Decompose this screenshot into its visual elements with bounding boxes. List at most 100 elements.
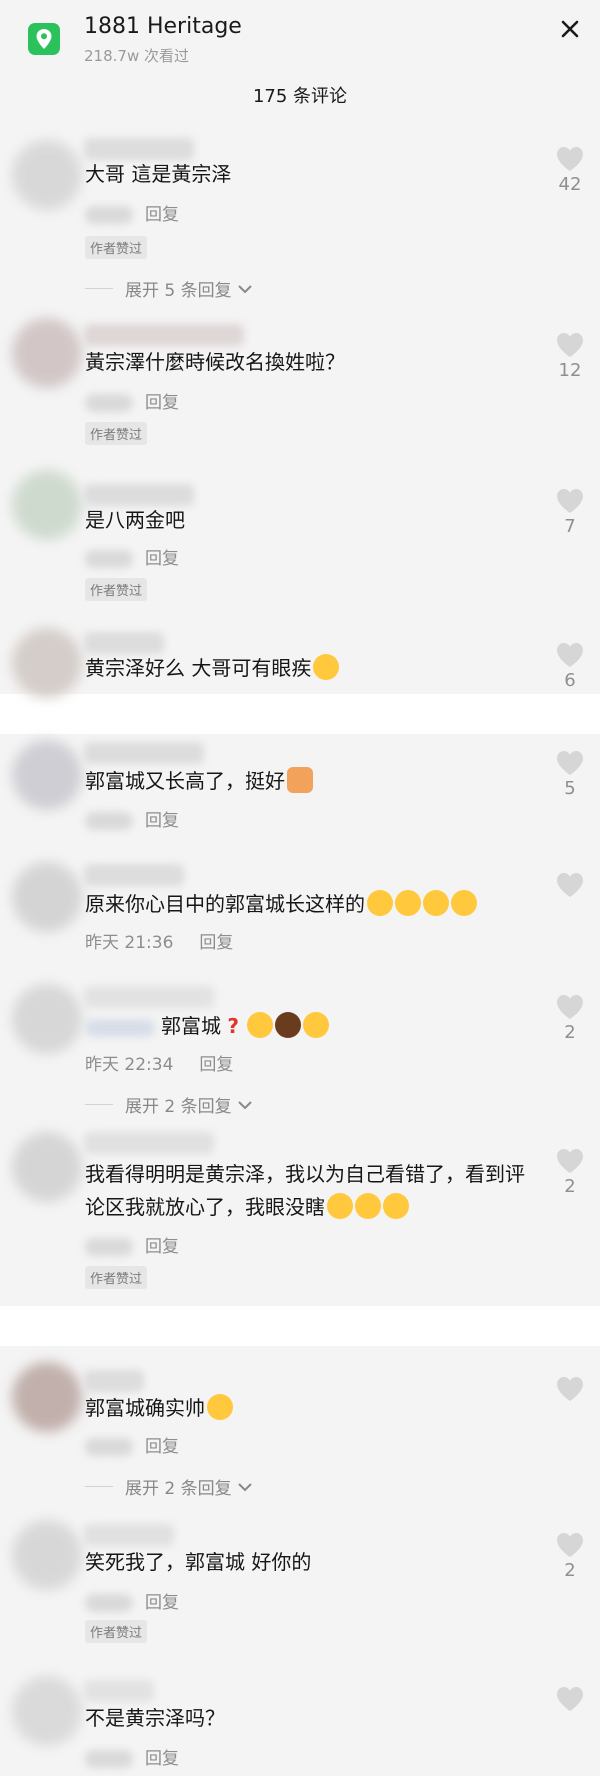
comment-meta: 回复 bbox=[85, 1744, 179, 1769]
like-button[interactable]: 2 bbox=[548, 1148, 592, 1197]
like-count: 2 bbox=[564, 1022, 576, 1043]
comment-meta: 回复 bbox=[85, 388, 179, 413]
username[interactable] bbox=[84, 864, 184, 886]
location-pin-icon bbox=[28, 23, 60, 55]
comment-text: 笑死我了，郭富城 好你的 bbox=[85, 1550, 312, 1574]
comment-meta: 回复 bbox=[85, 200, 179, 225]
avatar[interactable] bbox=[12, 740, 82, 810]
reply-button[interactable]: 回复 bbox=[145, 393, 179, 413]
reply-button[interactable]: 回复 bbox=[145, 1437, 179, 1457]
comment-text: 大哥 這是黃宗泽 bbox=[85, 162, 232, 186]
comment-text: 不是黄宗泽吗？ bbox=[85, 1706, 225, 1730]
comment-time: 昨天 21:36 bbox=[85, 933, 174, 953]
like-button[interactable]: 2 bbox=[548, 1532, 592, 1581]
expand-replies-button[interactable]: 展开 2 条回复 bbox=[85, 1092, 254, 1117]
like-count: 2 bbox=[564, 1560, 576, 1581]
heart-icon bbox=[557, 147, 583, 171]
like-count: 5 bbox=[564, 778, 576, 799]
heart-icon bbox=[557, 1687, 583, 1711]
username[interactable] bbox=[84, 1524, 174, 1546]
avatar[interactable] bbox=[12, 140, 82, 210]
avatar[interactable] bbox=[12, 470, 82, 540]
reply-button[interactable]: 回复 bbox=[145, 811, 179, 831]
avatar[interactable] bbox=[12, 1362, 82, 1432]
panel-separator bbox=[0, 694, 600, 734]
comment-meta: 回复 bbox=[85, 1432, 179, 1457]
reply-button[interactable]: 回复 bbox=[145, 1749, 179, 1769]
like-button[interactable]: 12 bbox=[548, 332, 592, 381]
reply-button[interactable]: 回复 bbox=[145, 549, 179, 569]
avatar[interactable] bbox=[12, 628, 82, 698]
grin-emoji bbox=[395, 890, 421, 916]
question-mark-emoji: ? bbox=[227, 1014, 239, 1038]
comment-text: 郭富城又长高了，挺好 bbox=[85, 765, 313, 798]
reply-button[interactable]: 回复 bbox=[145, 205, 179, 225]
author-liked-badge: 作者赞过 bbox=[85, 422, 148, 445]
author-liked-badge: 作者赞过 bbox=[85, 1266, 148, 1289]
like-button[interactable] bbox=[548, 1376, 592, 1402]
username[interactable] bbox=[84, 1132, 214, 1154]
rofl-emoji bbox=[327, 1193, 353, 1219]
grin-emoji bbox=[451, 890, 477, 916]
heart-icon bbox=[557, 873, 583, 897]
page-title: 1881 Heritage bbox=[84, 14, 242, 39]
comment-text: 是八两金吧 bbox=[85, 508, 185, 532]
comment-meta: 回复 bbox=[85, 1232, 179, 1257]
avatar[interactable] bbox=[12, 984, 82, 1054]
face-emoji bbox=[275, 1012, 302, 1038]
comment-text: 原来你心目中的郭富城长这样的 bbox=[85, 888, 477, 921]
username[interactable] bbox=[84, 986, 214, 1008]
expand-replies-button[interactable]: 展开 2 条回复 bbox=[85, 1474, 254, 1499]
like-button[interactable] bbox=[548, 872, 592, 898]
heart-icon bbox=[557, 751, 583, 775]
like-button[interactable]: 2 bbox=[548, 994, 592, 1043]
heart-icon bbox=[557, 995, 583, 1019]
reply-button[interactable]: 回复 bbox=[145, 1593, 179, 1613]
like-count: 2 bbox=[564, 1176, 576, 1197]
comment-text: 郭富城确实帅 bbox=[85, 1392, 233, 1425]
rofl-emoji bbox=[383, 1193, 409, 1219]
avatar[interactable] bbox=[12, 1132, 82, 1202]
like-count: 42 bbox=[558, 174, 582, 195]
avatar[interactable] bbox=[12, 318, 82, 388]
heart-eyes-emoji bbox=[207, 1394, 233, 1420]
comment-text: 黃宗澤什麼時候改名換姓啦？ bbox=[85, 350, 345, 374]
avatar[interactable] bbox=[12, 1676, 82, 1746]
chevron-down-icon bbox=[237, 284, 252, 293]
cry-laugh-emoji bbox=[303, 1012, 330, 1038]
heart-icon bbox=[557, 1533, 583, 1557]
rofl-emoji bbox=[367, 890, 393, 916]
reply-button[interactable]: 回复 bbox=[199, 933, 233, 953]
reply-button[interactable]: 回复 bbox=[199, 1055, 233, 1075]
chevron-down-icon bbox=[237, 1482, 252, 1491]
grin-emoji bbox=[423, 890, 449, 916]
username[interactable] bbox=[84, 742, 204, 764]
username[interactable] bbox=[84, 1680, 154, 1702]
avatar[interactable] bbox=[12, 1520, 82, 1590]
comment-meta: 昨天 22:34 回复 bbox=[85, 1050, 233, 1075]
username[interactable] bbox=[84, 632, 164, 654]
heart-icon bbox=[557, 1377, 583, 1401]
like-button[interactable]: 5 bbox=[548, 750, 592, 799]
heart-icon bbox=[557, 333, 583, 357]
username[interactable] bbox=[84, 484, 194, 506]
like-button[interactable]: 6 bbox=[548, 642, 592, 691]
rofl-emoji bbox=[355, 1193, 381, 1219]
username[interactable] bbox=[84, 324, 244, 346]
close-icon[interactable] bbox=[555, 14, 585, 44]
like-button[interactable] bbox=[548, 1686, 592, 1712]
username[interactable] bbox=[84, 138, 194, 160]
view-count: 218.7w 次看过 bbox=[84, 47, 189, 65]
like-button[interactable]: 42 bbox=[548, 146, 592, 195]
comment-meta: 回复 bbox=[85, 1588, 179, 1613]
comment-count: 175 条评论 bbox=[252, 86, 348, 107]
username[interactable] bbox=[84, 1370, 144, 1392]
panel-separator bbox=[0, 1306, 600, 1346]
comment-time: 昨天 22:34 bbox=[85, 1055, 174, 1075]
reply-button[interactable]: 回复 bbox=[145, 1237, 179, 1257]
avatar[interactable] bbox=[12, 862, 82, 932]
like-count: 6 bbox=[564, 670, 576, 691]
like-button[interactable]: 7 bbox=[548, 488, 592, 537]
expand-replies-button[interactable]: 展开 5 条回复 bbox=[85, 276, 254, 301]
like-count: 7 bbox=[564, 516, 576, 537]
